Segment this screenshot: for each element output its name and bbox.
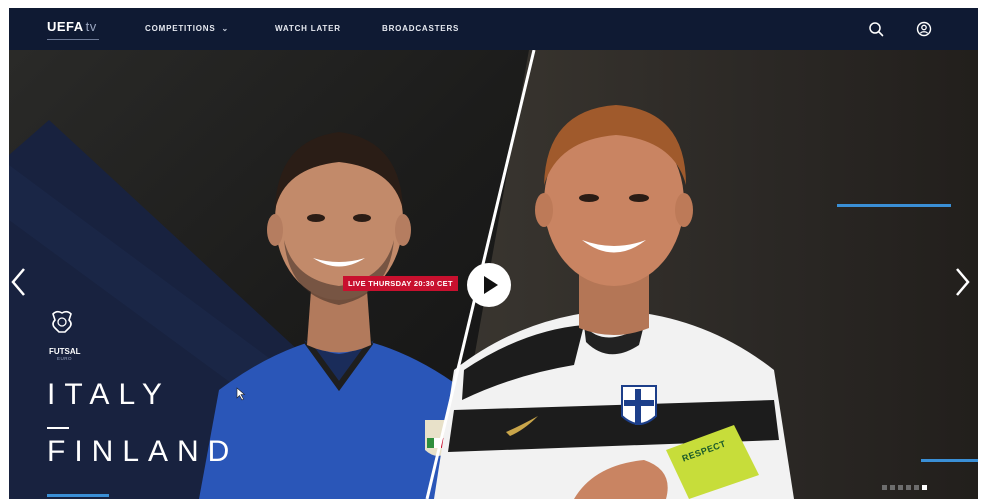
nav-competitions[interactable]: COMPETITIONS ⌄ xyxy=(145,24,229,33)
top-navigation-bar: UEFA tv COMPETITIONS ⌄ WATCH LATER BROADCA… xyxy=(9,8,978,50)
logo-main: UEFA xyxy=(47,19,84,34)
play-button[interactable] xyxy=(467,263,511,307)
uefa-tv-page: UEFA tv COMPETITIONS ⌄ WATCH LATER BROADCA… xyxy=(9,8,978,499)
carousel-dot[interactable] xyxy=(898,485,903,490)
logo-suffix: tv xyxy=(85,19,97,34)
nav-broadcasters[interactable]: BROADCASTERS xyxy=(382,24,459,33)
chevron-down-icon: ⌄ xyxy=(221,24,230,33)
accent-line-top-right xyxy=(837,204,951,207)
futsal-euro-logo-icon xyxy=(52,310,72,333)
teams-separator xyxy=(47,427,69,429)
nav-competitions-label: COMPETITIONS xyxy=(145,24,216,33)
accent-line-bottom-right xyxy=(921,459,978,462)
play-icon xyxy=(484,276,498,294)
uefa-tv-logo[interactable]: UEFA tv xyxy=(47,19,99,40)
nav-watch-later[interactable]: WATCH LATER xyxy=(275,24,341,33)
user-account-icon[interactable] xyxy=(916,21,932,37)
carousel-dot[interactable] xyxy=(922,485,927,490)
live-schedule-badge: LIVE THURSDAY 20:30 CET xyxy=(343,276,458,291)
carousel-dot[interactable] xyxy=(890,485,895,490)
accent-underline xyxy=(47,494,109,497)
carousel-pagination xyxy=(882,485,927,490)
previous-slide-arrow-icon[interactable] xyxy=(9,265,31,299)
carousel-dot[interactable] xyxy=(882,485,887,490)
team-away-name: FINLAND xyxy=(47,435,239,468)
competition-subtitle: EURO xyxy=(57,356,73,361)
next-slide-arrow-icon[interactable] xyxy=(951,265,973,299)
carousel-dot[interactable] xyxy=(906,485,911,490)
competition-name: FUTSAL xyxy=(49,347,81,356)
mouse-cursor-icon xyxy=(236,387,246,401)
carousel-dot[interactable] xyxy=(914,485,919,490)
hero-carousel[interactable]: RESPECT LIVE THURSDAY 20:30 CET FUTSAL E… xyxy=(9,50,978,499)
search-icon[interactable] xyxy=(868,21,884,37)
team-home-name: ITALY xyxy=(47,378,171,411)
